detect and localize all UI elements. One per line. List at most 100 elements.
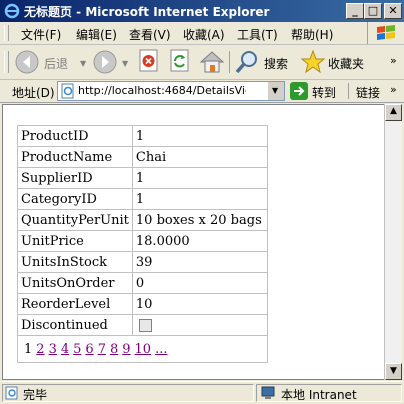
details-row: QuantityPerUnit 10 boxes x 20 bags xyxy=(17,209,268,231)
back-label: 后退 xyxy=(44,57,69,71)
address-separator xyxy=(348,83,349,99)
links-chevron-icon[interactable]: » xyxy=(390,83,397,96)
status-bar: 完毕 本地 Intranet xyxy=(0,381,404,404)
minimize-button[interactable]: _ xyxy=(346,3,364,19)
refresh-button[interactable] xyxy=(169,49,193,75)
pager-link[interactable]: 2 xyxy=(36,342,44,357)
back-dropdown-icon[interactable]: ▼ xyxy=(80,59,86,68)
field-name-cell: UnitPrice xyxy=(17,230,133,252)
go-button[interactable]: 转到 xyxy=(288,81,344,101)
pager-link[interactable]: ... xyxy=(155,342,167,357)
address-dropdown[interactable]: ▼ xyxy=(267,82,284,100)
menu-view[interactable]: 查看(V) xyxy=(129,26,171,43)
back-button[interactable]: 后退 xyxy=(14,49,78,75)
field-value-cell: 0 xyxy=(131,272,268,294)
search-label: 搜索 xyxy=(264,57,289,71)
zone-cell: 本地 Intranet xyxy=(256,384,402,402)
details-row: SupplierID 1 xyxy=(17,167,268,189)
favorites-button[interactable]: 收藏夹 xyxy=(300,49,370,75)
pager-link[interactable]: 4 xyxy=(61,342,69,357)
ie-icon xyxy=(4,3,20,19)
page-status-icon xyxy=(5,386,18,400)
details-row: CategoryID 1 xyxy=(17,188,268,210)
field-name-cell: ProductID xyxy=(17,125,133,147)
ie-window: 无标题页 - Microsoft Internet Explorer _ □ ✕… xyxy=(0,0,404,404)
pager-link[interactable]: 10 xyxy=(135,342,152,357)
stop-icon xyxy=(139,49,158,72)
menu-grip xyxy=(4,25,9,41)
field-name-cell: UnitsInStock xyxy=(17,251,133,273)
refresh-icon xyxy=(170,49,189,72)
field-value-cell xyxy=(131,314,268,336)
menu-help[interactable]: 帮助(H) xyxy=(291,26,333,43)
details-row: UnitsOnOrder 0 xyxy=(17,272,268,294)
address-bar: 地址(D) http://localhost:4684/DetailsView/… xyxy=(0,80,404,103)
windows-flag-icon xyxy=(377,25,395,40)
pager-link[interactable]: 6 xyxy=(85,342,93,357)
pager-link[interactable]: 7 xyxy=(98,342,106,357)
home-button[interactable] xyxy=(199,49,225,75)
windows-logo xyxy=(367,22,404,44)
field-value-cell: 1 xyxy=(131,188,268,210)
pager-row: 1 2 3 4 5 6 7 8 9 10... xyxy=(17,335,268,363)
stop-button[interactable] xyxy=(138,49,162,75)
field-name-cell: ProductName xyxy=(17,146,133,168)
page-content: ProductID 1 ProductName Chai SupplierID 1 Cate… xyxy=(2,104,385,380)
links-label[interactable]: 链接 xyxy=(356,84,380,101)
forward-dropdown-icon[interactable]: ▼ xyxy=(122,59,128,68)
pager-link[interactable]: 9 xyxy=(122,342,130,357)
maximize-button[interactable]: □ xyxy=(364,3,382,19)
field-name-cell: CategoryID xyxy=(17,188,133,210)
details-row: ProductID 1 xyxy=(17,125,268,147)
details-row: Discontinued xyxy=(17,314,268,336)
scroll-down-arrow-icon: ▼ xyxy=(390,366,397,376)
toolbar-separator xyxy=(229,51,230,73)
details-row: UnitPrice 18.0000 xyxy=(17,230,268,252)
field-name-cell: Discontinued xyxy=(17,314,133,336)
pager-link[interactable]: 5 xyxy=(73,342,81,357)
details-view-table: ProductID 1 ProductName Chai SupplierID 1 Cate… xyxy=(17,125,268,363)
forward-button[interactable] xyxy=(92,49,118,75)
details-row: UnitsInStock 39 xyxy=(17,251,268,273)
field-value-cell: 1 xyxy=(131,125,268,147)
menu-edit[interactable]: 编辑(E) xyxy=(76,26,117,43)
pager-link[interactable]: 8 xyxy=(110,342,118,357)
forward-arrow-icon xyxy=(93,50,117,74)
toolbar-chevron-icon[interactable]: » xyxy=(390,54,397,67)
menu-bar: 文件(F) 编辑(E) 查看(V) 收藏(A) 工具(T) 帮助(H) xyxy=(0,22,404,45)
pager-link[interactable]: 3 xyxy=(49,342,57,357)
chevron-down-icon: ▼ xyxy=(272,86,279,95)
address-url: http://localhost:4684/DetailsView/Defa xyxy=(78,84,246,97)
menu-favorites[interactable]: 收藏(A) xyxy=(183,26,225,43)
menu-file[interactable]: 文件(F) xyxy=(21,26,61,43)
scroll-down-button[interactable]: ▼ xyxy=(385,363,402,380)
go-arrow-icon xyxy=(290,82,308,100)
title-bar[interactable]: 无标题页 - Microsoft Internet Explorer _ □ ✕ xyxy=(0,0,404,22)
details-row: ProductName Chai xyxy=(17,146,268,168)
close-button[interactable]: ✕ xyxy=(384,3,402,19)
menu-tools[interactable]: 工具(T) xyxy=(237,26,278,43)
field-value-cell: Chai xyxy=(131,146,268,168)
field-value-cell: 39 xyxy=(131,251,268,273)
pager: 1 2 3 4 5 6 7 8 9 10... xyxy=(21,342,264,357)
field-value-cell: 18.0000 xyxy=(131,230,268,252)
pager-current-page: 1 xyxy=(24,341,33,357)
back-arrow-icon xyxy=(15,50,39,74)
home-icon xyxy=(199,51,225,73)
search-button[interactable]: 搜索 xyxy=(234,49,292,75)
status-text-cell: 完毕 xyxy=(2,384,254,402)
discontinued-checkbox[interactable] xyxy=(138,318,152,332)
details-row: ReorderLevel 10 xyxy=(17,293,268,315)
window-title: 无标题页 - Microsoft Internet Explorer xyxy=(24,5,270,19)
address-input[interactable]: http://localhost:4684/DetailsView/Defa ▼ xyxy=(57,81,285,101)
scroll-up-arrow-icon: ▲ xyxy=(390,106,397,116)
status-text: 完毕 xyxy=(23,388,48,402)
toolbar-grip xyxy=(4,51,9,73)
vertical-scrollbar[interactable]: ▲ ▼ xyxy=(384,104,402,380)
intranet-icon xyxy=(261,386,275,399)
field-value-cell: 10 boxes x 20 bags xyxy=(131,209,268,231)
favorites-star-icon xyxy=(300,49,326,74)
field-value-cell: 10 xyxy=(131,293,268,315)
scroll-up-button[interactable]: ▲ xyxy=(385,104,402,121)
page-icon xyxy=(61,83,74,99)
